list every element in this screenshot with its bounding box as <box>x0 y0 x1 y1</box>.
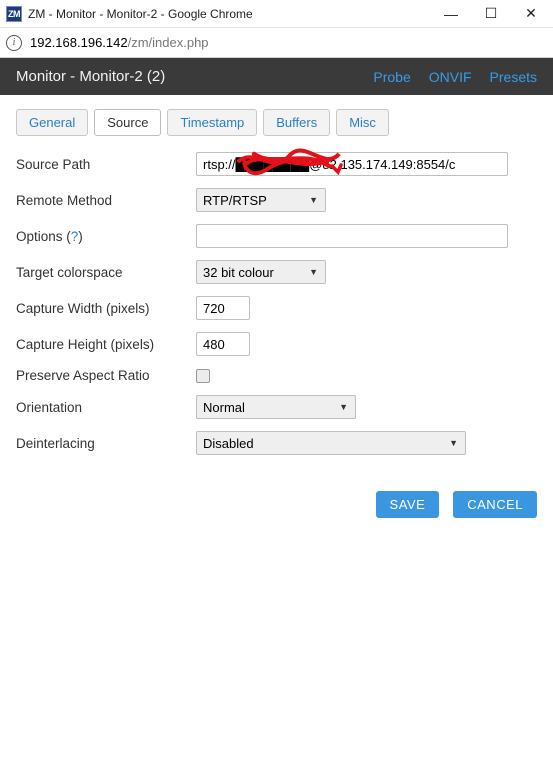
tabs: General Source Timestamp Buffers Misc <box>0 95 553 142</box>
link-onvif[interactable]: ONVIF <box>429 69 472 85</box>
input-capture-width[interactable] <box>196 296 250 320</box>
cancel-button[interactable]: CANCEL <box>453 491 537 518</box>
input-options[interactable] <box>196 224 508 248</box>
select-target-colorspace[interactable]: 32 bit colour <box>196 260 326 284</box>
page-header: Monitor - Monitor-2 (2) Probe ONVIF Pres… <box>0 58 553 95</box>
label-target-colorspace: Target colorspace <box>16 265 196 280</box>
checkbox-preserve-aspect[interactable] <box>196 369 210 383</box>
tab-buffers[interactable]: Buffers <box>263 109 330 136</box>
address-host: 192.168.196.142 <box>30 35 128 50</box>
favicon: ZM <box>6 6 22 22</box>
label-preserve-aspect: Preserve Aspect Ratio <box>16 368 196 383</box>
label-capture-width: Capture Width (pixels) <box>16 301 196 316</box>
select-remote-method[interactable]: RTP/RTSP <box>196 188 326 212</box>
page-title: Monitor - Monitor-2 (2) <box>16 68 165 85</box>
window-title: ZM - Monitor - Monitor-2 - Google Chrome <box>28 7 439 21</box>
window-titlebar: ZM ZM - Monitor - Monitor-2 - Google Chr… <box>0 0 553 28</box>
label-capture-height: Capture Height (pixels) <box>16 337 196 352</box>
minimize-icon[interactable]: — <box>439 3 463 25</box>
info-icon[interactable]: i <box>6 35 22 51</box>
input-capture-height[interactable] <box>196 332 250 356</box>
input-source-path[interactable] <box>196 152 508 176</box>
save-button[interactable]: SAVE <box>376 491 440 518</box>
label-orientation: Orientation <box>16 400 196 415</box>
tab-general[interactable]: General <box>16 109 88 136</box>
maximize-icon[interactable]: ☐ <box>479 3 503 25</box>
label-deinterlacing: Deinterlacing <box>16 436 196 451</box>
address-bar[interactable]: i 192.168.196.142/zm/index.php <box>0 28 553 58</box>
form: Source Path Remote Method RTP/RTSP Optio… <box>0 142 553 479</box>
address-path: /zm/index.php <box>128 35 209 50</box>
label-source-path: Source Path <box>16 157 196 172</box>
select-orientation[interactable]: Normal <box>196 395 356 419</box>
action-bar: SAVE CANCEL <box>0 479 553 518</box>
label-options: Options (?) <box>16 229 196 244</box>
window-controls: — ☐ ✕ <box>439 3 549 25</box>
tab-misc[interactable]: Misc <box>336 109 389 136</box>
tab-timestamp[interactable]: Timestamp <box>167 109 257 136</box>
select-deinterlacing[interactable]: Disabled <box>196 431 466 455</box>
link-probe[interactable]: Probe <box>373 69 410 85</box>
tab-source[interactable]: Source <box>94 109 161 136</box>
link-presets[interactable]: Presets <box>490 69 537 85</box>
label-remote-method: Remote Method <box>16 193 196 208</box>
close-icon[interactable]: ✕ <box>519 3 543 25</box>
